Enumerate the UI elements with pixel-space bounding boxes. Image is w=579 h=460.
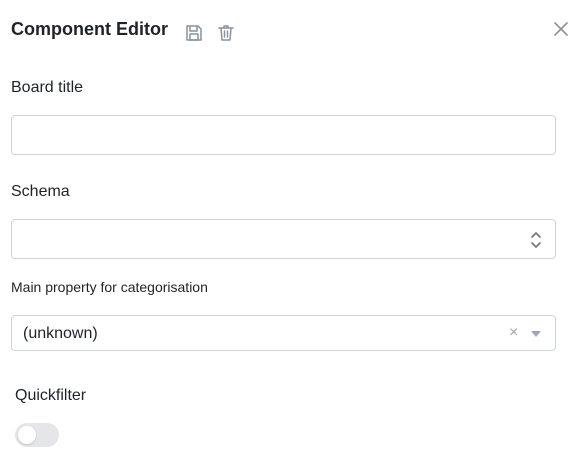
clear-selection-icon[interactable]: × — [509, 324, 518, 342]
schema-label: Schema — [11, 183, 70, 200]
chevron-down-icon[interactable] — [531, 331, 541, 337]
save-icon — [186, 25, 202, 41]
trash-icon — [218, 25, 234, 41]
close-icon — [554, 22, 568, 36]
up-down-chevron-icon — [531, 232, 541, 248]
schema-select[interactable] — [11, 219, 556, 259]
quickfilter-label: Quickfilter — [15, 387, 87, 404]
quickfilter-toggle[interactable] — [15, 423, 59, 447]
board-title-label: Board title — [11, 79, 84, 96]
delete-button[interactable] — [215, 22, 237, 44]
save-button[interactable] — [183, 22, 205, 44]
close-button[interactable] — [550, 18, 572, 40]
categorisation-selected-value: (unknown) — [23, 325, 98, 342]
toggle-knob — [18, 426, 36, 444]
categorisation-select[interactable]: (unknown) × — [11, 315, 556, 351]
board-title-input[interactable] — [11, 115, 556, 155]
editor-title: Component Editor — [11, 19, 168, 39]
categorisation-label: Main property for categorisation — [11, 279, 208, 295]
